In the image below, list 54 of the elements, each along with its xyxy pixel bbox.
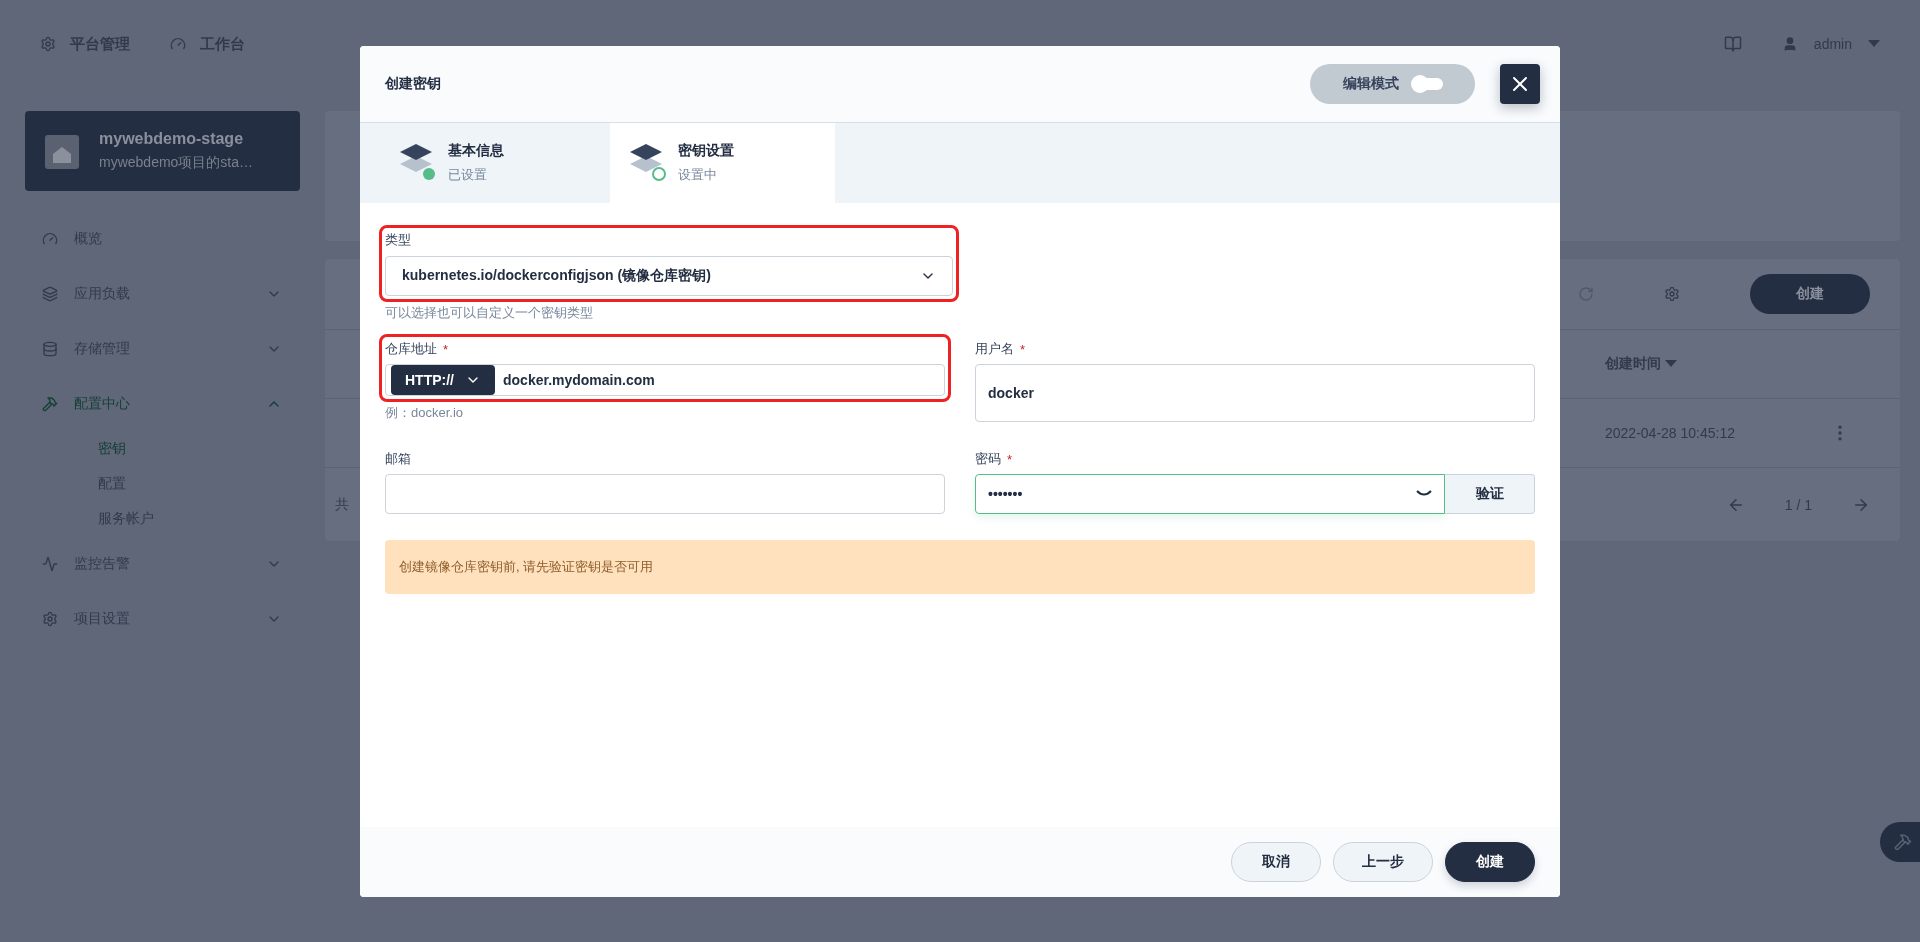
- warning-alert: 创建镜像仓库密钥前, 请先验证密钥是否可用: [385, 540, 1535, 594]
- project-icon: [45, 133, 79, 169]
- step-title: 密钥设置: [678, 142, 734, 160]
- refresh-icon[interactable]: [1578, 286, 1594, 302]
- secondary-button[interactable]: 取消: [1231, 842, 1321, 882]
- step-tab[interactable]: 基本信息 已设置: [360, 123, 610, 203]
- email-field[interactable]: [385, 474, 945, 514]
- project-name: mywebdemo-stage: [99, 130, 245, 148]
- project-card[interactable]: mywebdemo-stage mywebdemo项目的sta…: [25, 111, 300, 191]
- edit-mode-toggle[interactable]: 编辑模式: [1310, 64, 1475, 104]
- step-status: 已设置: [448, 166, 488, 184]
- type-select[interactable]: kubernetes.io/dockerconfigjson (镜像仓库密钥): [385, 256, 953, 296]
- field-label: 用户名: [975, 340, 1014, 358]
- step-tab[interactable]: 密钥设置 设置中: [610, 123, 835, 203]
- required-mark: *: [443, 341, 449, 357]
- registry-field[interactable]: HTTP:// docker.mydomain.com: [385, 364, 945, 396]
- gauge-icon: [42, 230, 58, 247]
- layers-icon: [42, 285, 58, 302]
- step-status: 设置中: [678, 166, 718, 184]
- layers-icon: [400, 144, 436, 182]
- settings-icon: [40, 36, 56, 52]
- username-field[interactable]: docker: [975, 364, 1535, 422]
- field-label: 邮箱: [385, 450, 411, 468]
- database-icon: [42, 340, 58, 357]
- protocol-select[interactable]: HTTP://: [391, 365, 495, 395]
- book-icon[interactable]: [1723, 35, 1742, 53]
- hammer-icon: [42, 395, 58, 412]
- settings-icon[interactable]: [1664, 286, 1680, 302]
- create-button[interactable]: 创建: [1445, 842, 1535, 882]
- field-hint: 例：docker.io: [385, 404, 465, 422]
- toggle-switch[interactable]: [1412, 78, 1443, 90]
- field-label: 密码: [975, 450, 1001, 468]
- create-button[interactable]: 创建: [1750, 274, 1870, 314]
- caret-icon: [1664, 360, 1677, 368]
- caret-icon: [1868, 40, 1880, 48]
- verify-button[interactable]: 验证: [1445, 474, 1535, 514]
- field-label: 类型: [385, 231, 412, 249]
- tools-button[interactable]: [1880, 822, 1920, 862]
- settings-icon: [42, 610, 58, 627]
- hammer-icon: [1894, 833, 1912, 851]
- pulse-icon: [42, 555, 58, 572]
- field-label: 仓库地址: [385, 340, 437, 358]
- eye-closed-icon[interactable]: [1416, 490, 1432, 498]
- required-mark: *: [1007, 451, 1013, 467]
- required-mark: *: [1020, 341, 1026, 357]
- project-description: mywebdemo项目的sta…: [99, 154, 254, 172]
- secondary-button[interactable]: 上一步: [1333, 842, 1433, 882]
- close-button[interactable]: [1500, 64, 1540, 104]
- step-title: 基本信息: [448, 142, 504, 160]
- layers-icon: [630, 144, 666, 182]
- field-hint: 可以选择也可以自定义一个密钥类型: [385, 304, 594, 322]
- password-field[interactable]: •••••••: [975, 474, 1445, 514]
- dialog-title: 创建密钥: [385, 75, 442, 93]
- gauge-icon: [170, 36, 186, 52]
